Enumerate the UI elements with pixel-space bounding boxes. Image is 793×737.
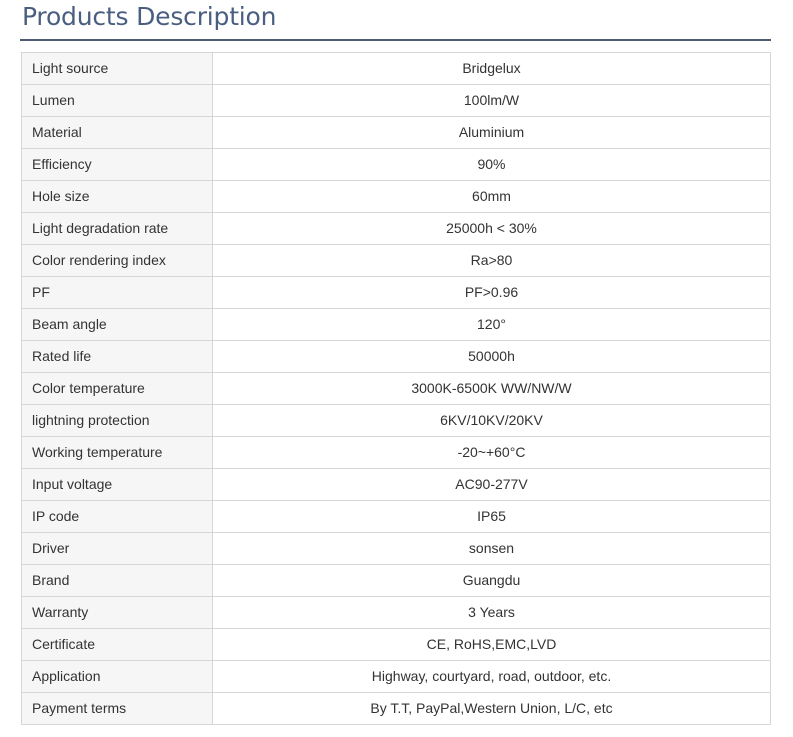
spec-value: PF>0.96 [212, 276, 771, 309]
table-row: Brand Guangdu [21, 564, 771, 597]
table-row: Input voltage AC90-277V [21, 468, 771, 501]
spec-label: Hole size [21, 180, 213, 213]
table-row: Color temperature 3000K-6500K WW/NW/W [21, 372, 771, 405]
spec-value: 60mm [212, 180, 771, 213]
table-row: lightning protection 6KV/10KV/20KV [21, 404, 771, 437]
spec-label: Lumen [21, 84, 213, 117]
spec-label: Working temperature [21, 436, 213, 469]
table-row: IP code IP65 [21, 500, 771, 533]
table-row: Hole size 60mm [21, 180, 771, 213]
spec-label: Efficiency [21, 148, 213, 181]
spec-label: IP code [21, 500, 213, 533]
table-row: Lumen 100lm/W [21, 84, 771, 117]
spec-value: sonsen [212, 532, 771, 565]
spec-value: Bridgelux [212, 52, 771, 85]
spec-value: 50000h [212, 340, 771, 373]
table-row: Efficiency 90% [21, 148, 771, 181]
spec-label: Beam angle [21, 308, 213, 341]
spec-label: Light degradation rate [21, 212, 213, 245]
table-row: Payment terms By T.T, PayPal,Western Unio… [21, 692, 771, 725]
spec-table: Light source Bridgelux Lumen 100lm/W Materia… [21, 52, 771, 725]
spec-label: Application [21, 660, 213, 693]
spec-label: Brand [21, 564, 213, 597]
title-divider [20, 39, 771, 41]
spec-value: AC90-277V [212, 468, 771, 501]
spec-value: Guangdu [212, 564, 771, 597]
table-row: Warranty 3 Years [21, 596, 771, 629]
table-row: Color rendering index Ra>80 [21, 244, 771, 277]
spec-label: Light source [21, 52, 213, 85]
spec-label: PF [21, 276, 213, 309]
spec-label: Rated life [21, 340, 213, 373]
spec-label: Input voltage [21, 468, 213, 501]
spec-value: 3000K-6500K WW/NW/W [212, 372, 771, 405]
table-row: Certificate CE, RoHS,EMC,LVD [21, 628, 771, 661]
table-row: Application Highway, courtyard, road, out… [21, 660, 771, 693]
spec-value: 120° [212, 308, 771, 341]
spec-value: 6KV/10KV/20KV [212, 404, 771, 437]
spec-value: -20~+60°C [212, 436, 771, 469]
spec-value: CE, RoHS,EMC,LVD [212, 628, 771, 661]
spec-value: 100lm/W [212, 84, 771, 117]
table-row: Light degradation rate 25000h < 30% [21, 212, 771, 245]
spec-label: Warranty [21, 596, 213, 629]
spec-label: Material [21, 116, 213, 149]
table-row: Beam angle 120° [21, 308, 771, 341]
table-row: PF PF>0.96 [21, 276, 771, 309]
spec-label: lightning protection [21, 404, 213, 437]
spec-value: Aluminium [212, 116, 771, 149]
spec-label: Color temperature [21, 372, 213, 405]
table-row: Material Aluminium [21, 116, 771, 149]
spec-value: By T.T, PayPal,Western Union, L/C, etc [212, 692, 771, 725]
table-row: Light source Bridgelux [21, 52, 771, 85]
page-title: Products Description [22, 2, 277, 31]
spec-value: 25000h < 30% [212, 212, 771, 245]
table-row: Working temperature -20~+60°C [21, 436, 771, 469]
spec-label: Color rendering index [21, 244, 213, 277]
spec-value: Highway, courtyard, road, outdoor, etc. [212, 660, 771, 693]
spec-value: 3 Years [212, 596, 771, 629]
spec-label: Certificate [21, 628, 213, 661]
spec-table-body: Light source Bridgelux Lumen 100lm/W Materia… [21, 52, 771, 725]
spec-value: Ra>80 [212, 244, 771, 277]
table-row: Rated life 50000h [21, 340, 771, 373]
spec-value: 90% [212, 148, 771, 181]
table-row: Driver sonsen [21, 532, 771, 565]
spec-label: Payment terms [21, 692, 213, 725]
spec-value: IP65 [212, 500, 771, 533]
spec-label: Driver [21, 532, 213, 565]
